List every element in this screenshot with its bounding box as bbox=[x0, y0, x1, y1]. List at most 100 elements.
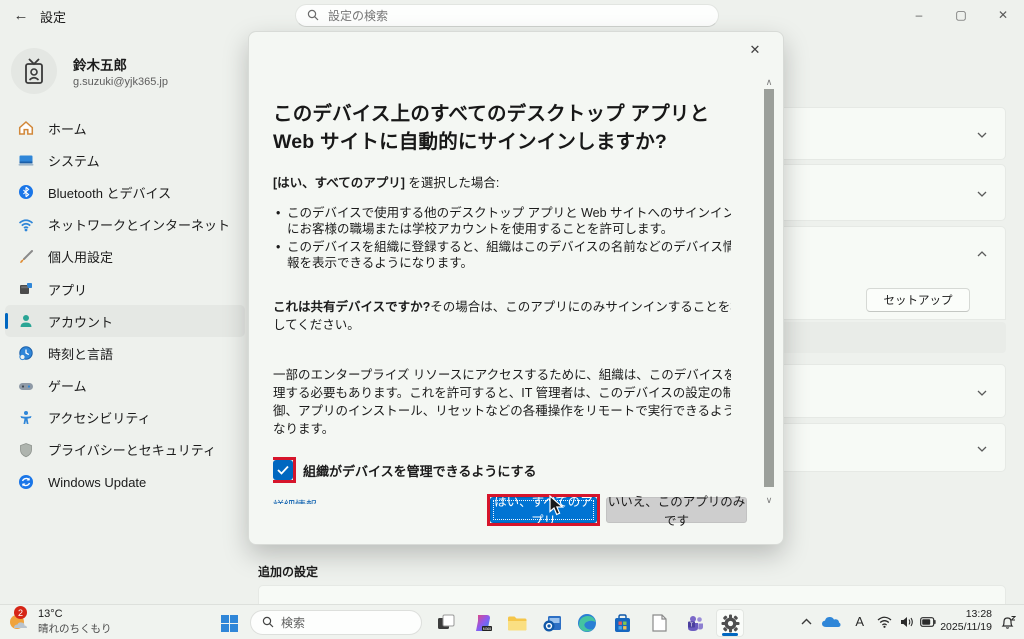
sidebar-item-label: プライバシーとセキュリティ bbox=[48, 440, 216, 459]
settings-gear-icon bbox=[721, 614, 740, 633]
sidebar-item-accounts[interactable]: アカウント bbox=[5, 305, 245, 337]
edge-button[interactable] bbox=[573, 609, 601, 637]
dialog-intro: [はい、すべてのアプリ] を選択した場合: bbox=[273, 175, 731, 191]
settings-sidebar: 鈴木五郎 g.suzuki@yjk365.jp ホーム システム bbox=[0, 30, 250, 604]
svg-text:M365: M365 bbox=[483, 627, 492, 631]
settings-search-input[interactable] bbox=[295, 4, 719, 27]
sidebar-item-label: 個人用設定 bbox=[48, 247, 113, 266]
notification-bell-icon[interactable] bbox=[1000, 615, 1016, 630]
scrollbar-up-icon[interactable]: ∧ bbox=[763, 77, 775, 87]
home-icon bbox=[17, 120, 34, 137]
sidebar-item-bluetooth[interactable]: Bluetooth とデバイス bbox=[5, 176, 245, 208]
click-annotation-primary-button bbox=[487, 494, 600, 526]
sidebar-item-label: アクセシビリティ bbox=[48, 408, 151, 427]
dialog-scroll-area: このデバイス上のすべてのデスクトップ アプリと Web サイトに自動的にサインイ… bbox=[273, 77, 731, 505]
tray-chevron-up-icon[interactable] bbox=[801, 618, 812, 626]
app-title: 設定 bbox=[40, 7, 66, 26]
scrollbar-thumb[interactable] bbox=[764, 89, 774, 487]
dialog-scrollbar[interactable]: ∧ ∨ bbox=[762, 77, 776, 505]
copilot-365-icon: M365 bbox=[474, 613, 494, 633]
profile-text: 鈴木五郎 g.suzuki@yjk365.jp bbox=[73, 54, 168, 88]
outlook-button[interactable] bbox=[538, 609, 566, 637]
sidebar-item-time-language[interactable]: 時刻と言語 bbox=[5, 337, 245, 369]
weather-text: 13°C 晴れのちくもり bbox=[38, 608, 112, 636]
dialog-close-button[interactable]: ✕ bbox=[741, 38, 769, 62]
id-badge-icon bbox=[21, 57, 47, 85]
system-icon bbox=[17, 152, 34, 169]
no-this-app-only-button[interactable]: いいえ、このアプリのみです bbox=[606, 497, 747, 523]
wifi-icon[interactable] bbox=[877, 616, 892, 628]
weather-temp: 13°C bbox=[38, 608, 112, 620]
sidebar-item-label: ネットワークとインターネット bbox=[48, 215, 230, 234]
tray-time: 13:28 bbox=[940, 608, 992, 621]
bullet-line: このデバイスを組織に登録すると、組織はこのデバイスの名前などのデバイス情 bbox=[273, 239, 731, 255]
microsoft-store-button[interactable] bbox=[608, 609, 636, 637]
network-icon bbox=[17, 216, 34, 233]
minimize-button[interactable]: – bbox=[898, 0, 940, 30]
task-view-button[interactable] bbox=[432, 609, 460, 637]
settings-titlebar: ← 設定 – ▢ ✕ bbox=[0, 0, 1024, 30]
onedrive-icon[interactable] bbox=[821, 615, 841, 628]
teams-button[interactable]: T bbox=[681, 609, 709, 637]
desktop-screen: ← 設定 – ▢ ✕ 鈴木 bbox=[0, 0, 1024, 639]
teams-icon: T bbox=[685, 615, 705, 632]
sidebar-item-home[interactable]: ホーム bbox=[5, 112, 245, 144]
sidebar-item-windows-update[interactable]: Windows Update bbox=[5, 466, 245, 498]
accounts-icon bbox=[17, 313, 34, 330]
sidebar-item-label: ホーム bbox=[48, 119, 87, 138]
volume-icon[interactable] bbox=[900, 616, 914, 628]
file-explorer-icon bbox=[507, 615, 527, 632]
sidebar-item-apps[interactable]: アプリ bbox=[5, 273, 245, 305]
weather-widget[interactable]: 2 13°C 晴れのちくもり bbox=[6, 608, 112, 636]
sidebar-item-label: Bluetooth とデバイス bbox=[48, 183, 171, 202]
sidebar-item-label: 時刻と言語 bbox=[48, 344, 113, 363]
maximize-button[interactable]: ▢ bbox=[940, 0, 982, 30]
document-icon bbox=[652, 614, 667, 632]
signin-dialog: ✕ このデバイス上のすべてのデスクトップ アプリと Web サイトに自動的にサイ… bbox=[248, 31, 784, 545]
taskbar: 2 13°C 晴れのちくもり bbox=[0, 604, 1024, 639]
sidebar-item-network[interactable]: ネットワークとインターネット bbox=[5, 209, 245, 241]
time-language-icon bbox=[17, 345, 34, 362]
sidebar-item-system[interactable]: システム bbox=[5, 144, 245, 176]
taskbar-search-input[interactable] bbox=[250, 610, 422, 635]
sidebar-item-privacy[interactable]: プライバシーとセキュリティ bbox=[5, 434, 245, 466]
close-button[interactable]: ✕ bbox=[982, 0, 1024, 30]
ime-indicator[interactable]: A bbox=[855, 614, 864, 629]
mouse-cursor bbox=[549, 495, 565, 517]
window-controls: – ▢ ✕ bbox=[898, 0, 1024, 30]
battery-icon[interactable] bbox=[920, 617, 936, 627]
sidebar-item-accessibility[interactable]: アクセシビリティ bbox=[5, 402, 245, 434]
settings-search bbox=[295, 4, 719, 27]
windows-update-icon bbox=[17, 474, 34, 491]
weather-condition: 晴れのちくもり bbox=[38, 621, 112, 636]
settings-app-button[interactable] bbox=[716, 609, 744, 637]
privacy-shield-icon bbox=[17, 441, 34, 458]
copilot-365-button[interactable]: M365 bbox=[470, 609, 498, 637]
apps-icon bbox=[17, 281, 34, 298]
tray-date: 2025/11/19 bbox=[940, 621, 992, 634]
dialog-footer: はい、すべてのアプリ いいえ、このアプリのみです bbox=[249, 476, 783, 544]
user-profile[interactable]: 鈴木五郎 g.suzuki@yjk365.jp bbox=[11, 47, 241, 95]
accessibility-icon bbox=[17, 409, 34, 426]
outlook-icon bbox=[543, 614, 562, 633]
edge-icon bbox=[577, 613, 597, 633]
sidebar-item-label: システム bbox=[48, 151, 100, 170]
user-name: 鈴木五郎 bbox=[73, 54, 168, 74]
bullet-line: 報を表示できるようになります。 bbox=[273, 255, 731, 271]
avatar bbox=[11, 48, 57, 94]
sidebar-item-personalization[interactable]: 個人用設定 bbox=[5, 241, 245, 273]
click-annotation-checkbox bbox=[273, 457, 296, 483]
back-button[interactable]: ← bbox=[8, 3, 34, 27]
chevron-down-icon bbox=[976, 387, 988, 399]
bluetooth-icon bbox=[17, 184, 34, 201]
file-explorer-button[interactable] bbox=[503, 609, 531, 637]
tray-clock[interactable]: 13:28 2025/11/19 bbox=[940, 608, 992, 634]
chevron-up-icon bbox=[976, 248, 988, 260]
user-email: g.suzuki@yjk365.jp bbox=[73, 76, 168, 88]
sidebar-item-gaming[interactable]: ゲーム bbox=[5, 370, 245, 402]
start-button[interactable] bbox=[215, 609, 243, 637]
shared-device-paragraph: これは共有デバイスですか?その場合は、このアプリにのみサインインすることを検討 … bbox=[273, 298, 731, 334]
document-button[interactable] bbox=[645, 609, 673, 637]
setup-button[interactable]: セットアップ bbox=[866, 288, 970, 312]
task-view-icon bbox=[437, 614, 455, 632]
